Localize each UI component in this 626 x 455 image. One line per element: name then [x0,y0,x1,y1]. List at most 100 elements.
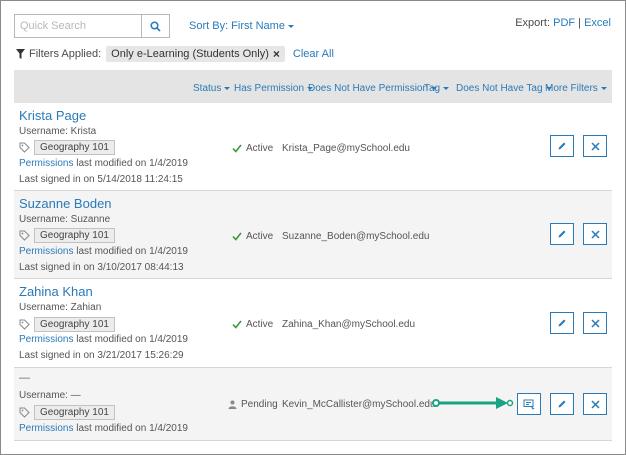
username-text: Username: Suzanne [19,214,111,225]
does-not-have-tag-filter-dropdown[interactable]: Does Not Have Tag [456,83,552,94]
filter-header-bar: Status Has Permission Does Not Have Perm… [14,70,612,103]
close-icon [590,141,600,151]
filter-chip: Only e-Learning (Students Only) × [106,46,285,62]
status-text: Active [246,143,274,154]
checkmark-icon [232,232,242,241]
person-icon [228,400,237,409]
does-not-have-permission-filter-label: Does Not Have Permission [308,83,429,94]
annotation-arrow-icon [432,397,514,409]
permissions-link[interactable]: Permissions [19,246,73,257]
delete-button[interactable] [583,135,607,157]
tag-icon [19,319,30,330]
email-text: Kevin_McCallister@mySchool.edu [282,399,436,410]
resend-invite-button[interactable] [517,393,541,415]
pencil-icon [558,319,566,327]
search-button[interactable] [141,15,169,37]
user-row: Krista Page Username: Krista Geography 1… [14,103,612,191]
status-indicator: Pending [228,399,278,410]
permissions-line: Permissions last modified on 1/4/2019 [19,246,188,257]
edit-button[interactable] [550,135,574,157]
tag-icon [19,407,30,418]
pencil-icon [558,400,566,408]
permissions-line: Permissions last modified on 1/4/2019 [19,423,188,434]
chevron-down-icon [443,86,450,90]
user-row: Zahina Khan Username: Zahian Geography 1… [14,279,612,368]
tag-badge: Geography 101 [34,405,115,420]
tag-icon [19,142,30,153]
tag-badge: Geography 101 [34,140,115,155]
close-icon [590,318,600,328]
permissions-modified-text: last modified on 1/4/2019 [73,423,188,434]
edit-button[interactable] [550,312,574,334]
filters-applied: Filters Applied: Only e-Learning (Studen… [16,46,334,62]
permissions-modified-text: last modified on 1/4/2019 [73,334,188,345]
status-text: Pending [241,399,278,410]
status-filter-label: Status [193,83,222,94]
tag-line: Geography 101 [19,317,115,332]
username-text: Username: — [19,390,81,401]
search-input[interactable] [15,15,142,37]
has-permission-filter-dropdown[interactable]: Has Permission [234,83,314,94]
permissions-link[interactable]: Permissions [19,423,73,434]
funnel-icon [16,49,25,59]
permissions-line: Permissions last modified on 1/4/2019 [19,334,188,345]
export-pdf-link[interactable]: PDF [553,17,575,29]
export-label: Export: [515,17,551,29]
status-indicator: Active [232,143,273,154]
status-text: Active [246,231,274,242]
pencil-icon [558,230,566,238]
status-filter-dropdown[interactable]: Status [193,83,231,94]
export-links: Export: PDF | Excel [515,17,611,29]
tag-line: Geography 101 [19,140,115,155]
tag-filter-dropdown[interactable]: Tag [424,83,450,94]
tag-badge: Geography 101 [34,317,115,332]
close-icon [590,229,600,239]
edit-button[interactable] [550,393,574,415]
permissions-link[interactable]: Permissions [19,158,73,169]
chevron-down-icon [287,24,294,28]
status-text: Active [246,319,274,330]
user-row: Suzanne Boden Username: Suzanne Geograph… [14,191,612,279]
delete-button[interactable] [583,312,607,334]
edit-button[interactable] [550,223,574,245]
tag-badge: Geography 101 [34,228,115,243]
checkmark-icon [232,144,242,153]
user-row: — Username: — Geography 101 Permissions … [14,368,612,441]
delete-button[interactable] [583,223,607,245]
last-signed-in-text: Last signed in on 3/21/2017 15:26:29 [19,350,184,361]
clear-all-link[interactable]: Clear All [293,48,334,60]
user-name-link[interactable]: Suzanne Boden [19,196,112,211]
filter-chip-label: Only e-Learning (Students Only) [111,48,269,60]
last-signed-in-text: Last signed in on 5/14/2018 11:24:15 [19,174,183,185]
email-text: Suzanne_Boden@mySchool.edu [282,231,430,242]
permissions-link[interactable]: Permissions [19,334,73,345]
sort-label: Sort By: First Name [189,20,285,32]
email-text: Krista_Page@mySchool.edu [282,143,410,154]
chevron-down-icon [600,86,607,90]
delete-button[interactable] [583,393,607,415]
permissions-modified-text: last modified on 1/4/2019 [73,246,188,257]
user-name-link[interactable]: Zahina Khan [19,284,93,299]
filters-label: Filters Applied: [29,48,102,60]
last-signed-in-text: Last signed in on 3/10/2017 08:44:13 [19,262,184,273]
email-text: Zahina_Khan@mySchool.edu [282,319,416,330]
user-name-link[interactable]: Krista Page [19,108,86,123]
has-permission-filter-label: Has Permission [234,83,305,94]
chevron-down-icon [224,86,231,90]
username-text: Username: Krista [19,126,97,137]
permissions-modified-text: last modified on 1/4/2019 [73,158,188,169]
remove-filter-close-icon[interactable]: × [273,48,280,60]
user-name-placeholder: — [19,372,30,384]
status-indicator: Active [232,231,273,242]
export-excel-link[interactable]: Excel [584,17,611,29]
sort-dropdown[interactable]: Sort By: First Name [189,20,294,32]
tag-filter-label: Tag [424,83,441,94]
search-icon [150,20,161,32]
permissions-line: Permissions last modified on 1/4/2019 [19,158,188,169]
resend-invite-icon [523,399,535,409]
quick-search [14,14,170,38]
more-filters-dropdown[interactable]: More Filters [545,83,607,94]
export-separator: | [578,17,582,29]
tag-line: Geography 101 [19,405,115,420]
does-not-have-permission-filter-dropdown[interactable]: Does Not Have Permission [308,83,438,94]
